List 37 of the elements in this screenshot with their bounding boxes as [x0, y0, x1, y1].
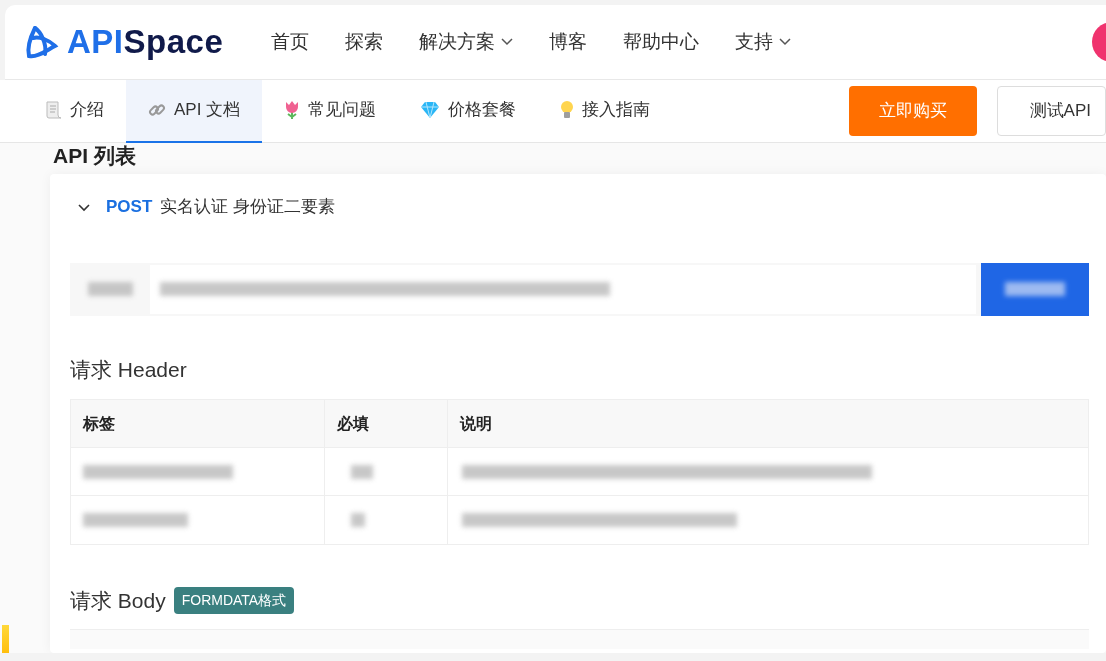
section-title: API 列表: [52, 143, 137, 169]
blurred-text: [87, 282, 133, 297]
tab[interactable]: 常见问题: [262, 79, 399, 143]
tulip-icon: [284, 100, 301, 120]
nav-link[interactable]: 支持: [735, 27, 792, 57]
link-icon: [148, 101, 166, 119]
body-section-title: 请求 Body: [70, 588, 166, 615]
column-header: 标签: [83, 413, 115, 434]
lightbulb-icon: [560, 100, 575, 120]
tab[interactable]: 价格套餐: [398, 79, 539, 143]
logo-icon: [23, 24, 59, 60]
document-icon: [46, 101, 62, 119]
chevron-down-icon[interactable]: [78, 201, 90, 214]
nav-link[interactable]: 博客: [549, 27, 588, 57]
tab[interactable]: API 文档: [126, 79, 263, 143]
method-label: POST: [106, 196, 153, 219]
chevron-down-icon: [501, 38, 514, 46]
side-tab-edge: [2, 625, 9, 653]
blurred-button[interactable]: [981, 262, 1089, 316]
header-section-title: 请求 Header: [70, 356, 188, 383]
blurred-text: [351, 513, 365, 528]
nav-link[interactable]: 首页: [271, 27, 310, 57]
column-header: 必填: [337, 413, 369, 434]
format-badge: FORMDATA格式: [173, 587, 295, 615]
tab[interactable]: 接入指南: [538, 79, 673, 143]
logo-text[interactable]: APISpace: [67, 17, 224, 67]
nav-link[interactable]: 解决方案: [419, 27, 514, 57]
blurred-text: [351, 464, 373, 479]
diamond-icon: [420, 101, 441, 119]
url-field[interactable]: [150, 264, 976, 314]
nav-link[interactable]: 帮助中心: [623, 27, 700, 57]
test-button[interactable]: 测试API: [996, 86, 1106, 136]
column-header: 说明: [460, 413, 492, 434]
chevron-down-icon: [779, 38, 792, 46]
nav-link[interactable]: 探索: [345, 27, 384, 57]
endpoint-name: 实名认证 身份证二要素: [160, 196, 336, 219]
tab[interactable]: 介绍: [24, 79, 126, 143]
